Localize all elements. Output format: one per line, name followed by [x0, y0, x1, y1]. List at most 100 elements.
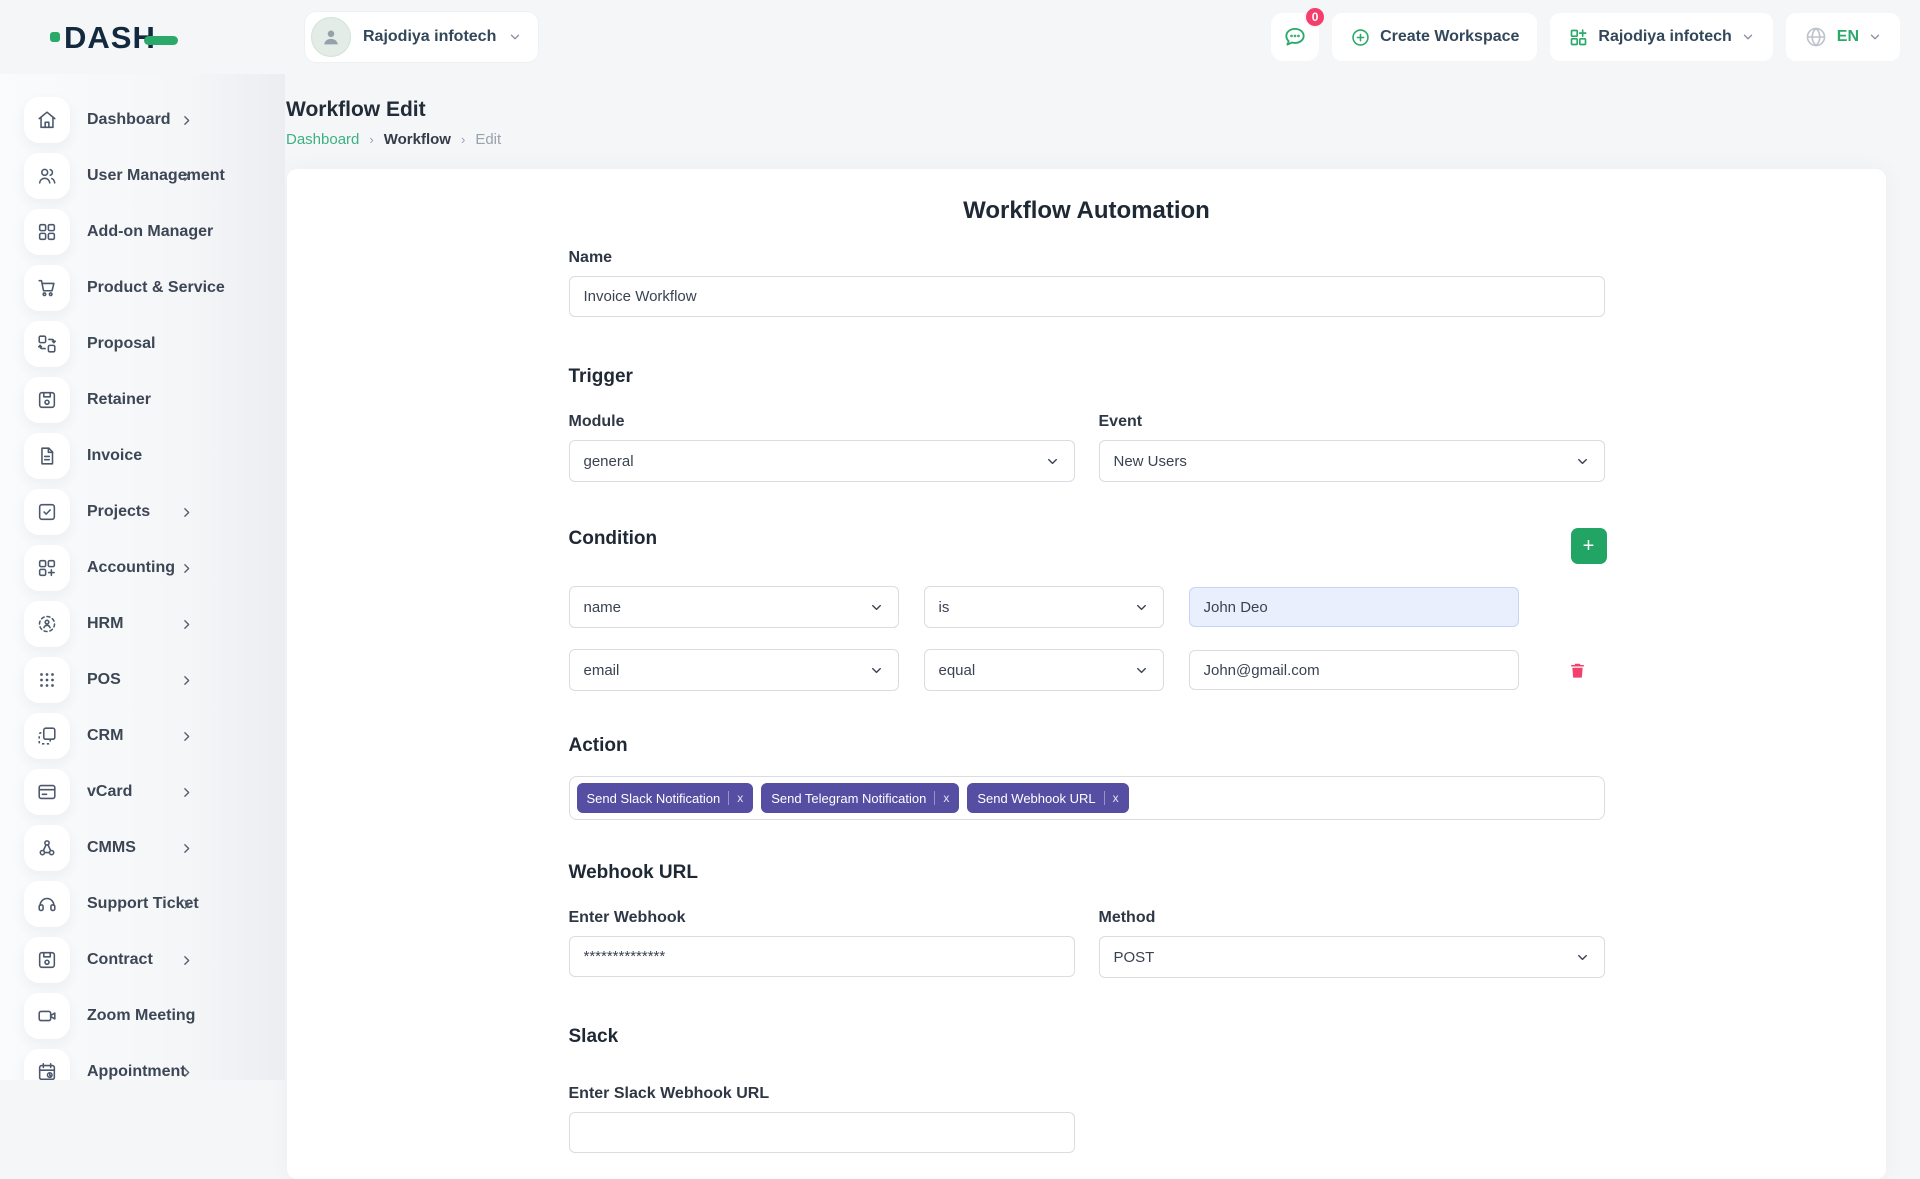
- sidebar-item-appointment[interactable]: Appointment: [0, 1044, 285, 1080]
- breadcrumb-separator: ›: [369, 132, 373, 147]
- home-icon: [24, 97, 70, 143]
- module-select[interactable]: general: [569, 440, 1075, 482]
- chevron-down-icon: [869, 663, 884, 678]
- condition-operator-select[interactable]: equal: [924, 649, 1164, 691]
- slack-webhook-label: Enter Slack Webhook URL: [569, 1085, 1605, 1103]
- condition-heading: Condition: [569, 528, 658, 550]
- chevron-down-icon: [508, 30, 522, 44]
- logo-accent-bar: [144, 36, 178, 45]
- chat-icon: [1282, 24, 1308, 50]
- add-condition-button[interactable]: +: [1571, 528, 1607, 564]
- breadcrumb-separator: ›: [461, 132, 465, 147]
- nodes-icon: [24, 825, 70, 871]
- floppy-icon: [24, 937, 70, 983]
- action-tag: Send Telegram Notification x: [761, 783, 959, 813]
- condition-value-input[interactable]: [1189, 650, 1519, 690]
- remove-tag-icon[interactable]: x: [943, 791, 949, 805]
- layers-icon: [24, 713, 70, 759]
- chevron-down-icon: [1575, 454, 1590, 469]
- condition-rows: name is email equal: [569, 586, 1605, 691]
- grid-plus-icon: [24, 545, 70, 591]
- sidebar-item-product-service[interactable]: Product & Service: [0, 260, 285, 316]
- breadcrumb-edit: Edit: [475, 131, 501, 148]
- sidebar-item-proposal[interactable]: Proposal: [0, 316, 285, 372]
- remove-tag-icon[interactable]: x: [737, 791, 743, 805]
- sidebar: Dashboard User Management Add-on Manager…: [0, 74, 285, 1080]
- sidebar-item-vcard[interactable]: vCard: [0, 764, 285, 820]
- sidebar-item-pos[interactable]: POS: [0, 652, 285, 708]
- breadcrumb: Dashboard › Workflow › Edit: [286, 131, 1920, 148]
- chevron-down-icon: [869, 600, 884, 615]
- sidebar-item-retainer[interactable]: Retainer: [0, 372, 285, 428]
- name-label: Name: [569, 249, 1605, 267]
- dots-grid-icon: [24, 657, 70, 703]
- language-code: EN: [1837, 28, 1859, 46]
- workspace-switcher-label: Rajodiya infotech: [1598, 28, 1731, 46]
- name-input[interactable]: [569, 276, 1605, 317]
- sidebar-item-accounting[interactable]: Accounting: [0, 540, 285, 596]
- create-workspace-button[interactable]: Create Workspace: [1332, 13, 1537, 61]
- grid-icon: [24, 209, 70, 255]
- enter-webhook-label: Enter Webhook: [569, 909, 1075, 927]
- webhook-input[interactable]: [569, 936, 1075, 977]
- sidebar-item-add-on-manager[interactable]: Add-on Manager: [0, 204, 285, 260]
- company-switcher[interactable]: Rajodiya infotech: [304, 11, 539, 63]
- condition-operator-select[interactable]: is: [924, 586, 1164, 628]
- slack-webhook-input[interactable]: [569, 1112, 1075, 1153]
- workspace-switcher[interactable]: Rajodiya infotech: [1550, 13, 1772, 61]
- action-tags-input[interactable]: Send Slack Notification x Send Telegram …: [569, 776, 1605, 820]
- avatar-icon: [311, 17, 351, 57]
- chevron-down-icon: [1741, 30, 1755, 44]
- chevron-right-icon: [180, 506, 193, 519]
- main-content: Workflow Edit Dashboard › Workflow › Edi…: [285, 74, 1920, 1179]
- topbar-actions: 0 Create Workspace Rajodiya infotech EN: [1271, 13, 1900, 61]
- event-select[interactable]: New Users: [1099, 440, 1605, 482]
- chevron-right-icon: [180, 114, 193, 127]
- slack-heading: Slack: [569, 1026, 1605, 1048]
- headphones-icon: [24, 881, 70, 927]
- sidebar-item-hrm[interactable]: HRM: [0, 596, 285, 652]
- sidebar-item-dashboard[interactable]: Dashboard: [0, 92, 285, 148]
- swap-icon: [24, 321, 70, 367]
- users-icon: [24, 153, 70, 199]
- sidebar-item-contract[interactable]: Contract: [0, 932, 285, 988]
- video-icon: [24, 993, 70, 1039]
- topbar: DASH Rajodiya infotech 0 Create Workspac…: [0, 0, 1920, 74]
- chevron-right-icon: [180, 954, 193, 967]
- sidebar-item-zoom-meeting[interactable]: Zoom Meeting: [0, 988, 285, 1044]
- method-label: Method: [1099, 909, 1605, 927]
- breadcrumb-dashboard-link[interactable]: Dashboard: [286, 131, 359, 148]
- sidebar-item-user-management[interactable]: User Management: [0, 148, 285, 204]
- chevron-right-icon: [180, 562, 193, 575]
- check-square-icon: [24, 489, 70, 535]
- calendar-clock-icon: [24, 1049, 70, 1080]
- messages-badge: 0: [1304, 6, 1326, 28]
- globe-icon: [1804, 25, 1828, 49]
- sidebar-item-projects[interactable]: Projects: [0, 484, 285, 540]
- cart-icon: [24, 265, 70, 311]
- action-tag: Send Slack Notification x: [577, 783, 754, 813]
- chevron-down-icon: [1134, 600, 1149, 615]
- method-select[interactable]: POST: [1099, 936, 1605, 978]
- sidebar-item-invoice[interactable]: Invoice: [0, 428, 285, 484]
- chevron-right-icon: [180, 786, 193, 799]
- condition-value-input[interactable]: [1189, 587, 1519, 627]
- brand-logo[interactable]: DASH: [50, 22, 200, 53]
- event-label: Event: [1099, 413, 1605, 431]
- condition-field-select[interactable]: name: [569, 586, 899, 628]
- chevron-right-icon: [180, 898, 193, 911]
- delete-condition-button[interactable]: [1568, 661, 1587, 680]
- messages-button[interactable]: 0: [1271, 13, 1319, 61]
- page-title: Workflow Edit: [286, 98, 1920, 122]
- remove-tag-icon[interactable]: x: [1113, 791, 1119, 805]
- webhook-grid: Enter Webhook Method POST: [569, 909, 1605, 978]
- sidebar-item-support-ticket[interactable]: Support Ticket: [0, 876, 285, 932]
- chevron-right-icon: [180, 618, 193, 631]
- language-switcher[interactable]: EN: [1786, 13, 1900, 61]
- brand-name: DASH: [64, 22, 156, 53]
- user-scan-icon: [24, 601, 70, 647]
- chevron-right-icon: [180, 674, 193, 687]
- condition-field-select[interactable]: email: [569, 649, 899, 691]
- sidebar-item-crm[interactable]: CRM: [0, 708, 285, 764]
- sidebar-item-cmms[interactable]: CMMS: [0, 820, 285, 876]
